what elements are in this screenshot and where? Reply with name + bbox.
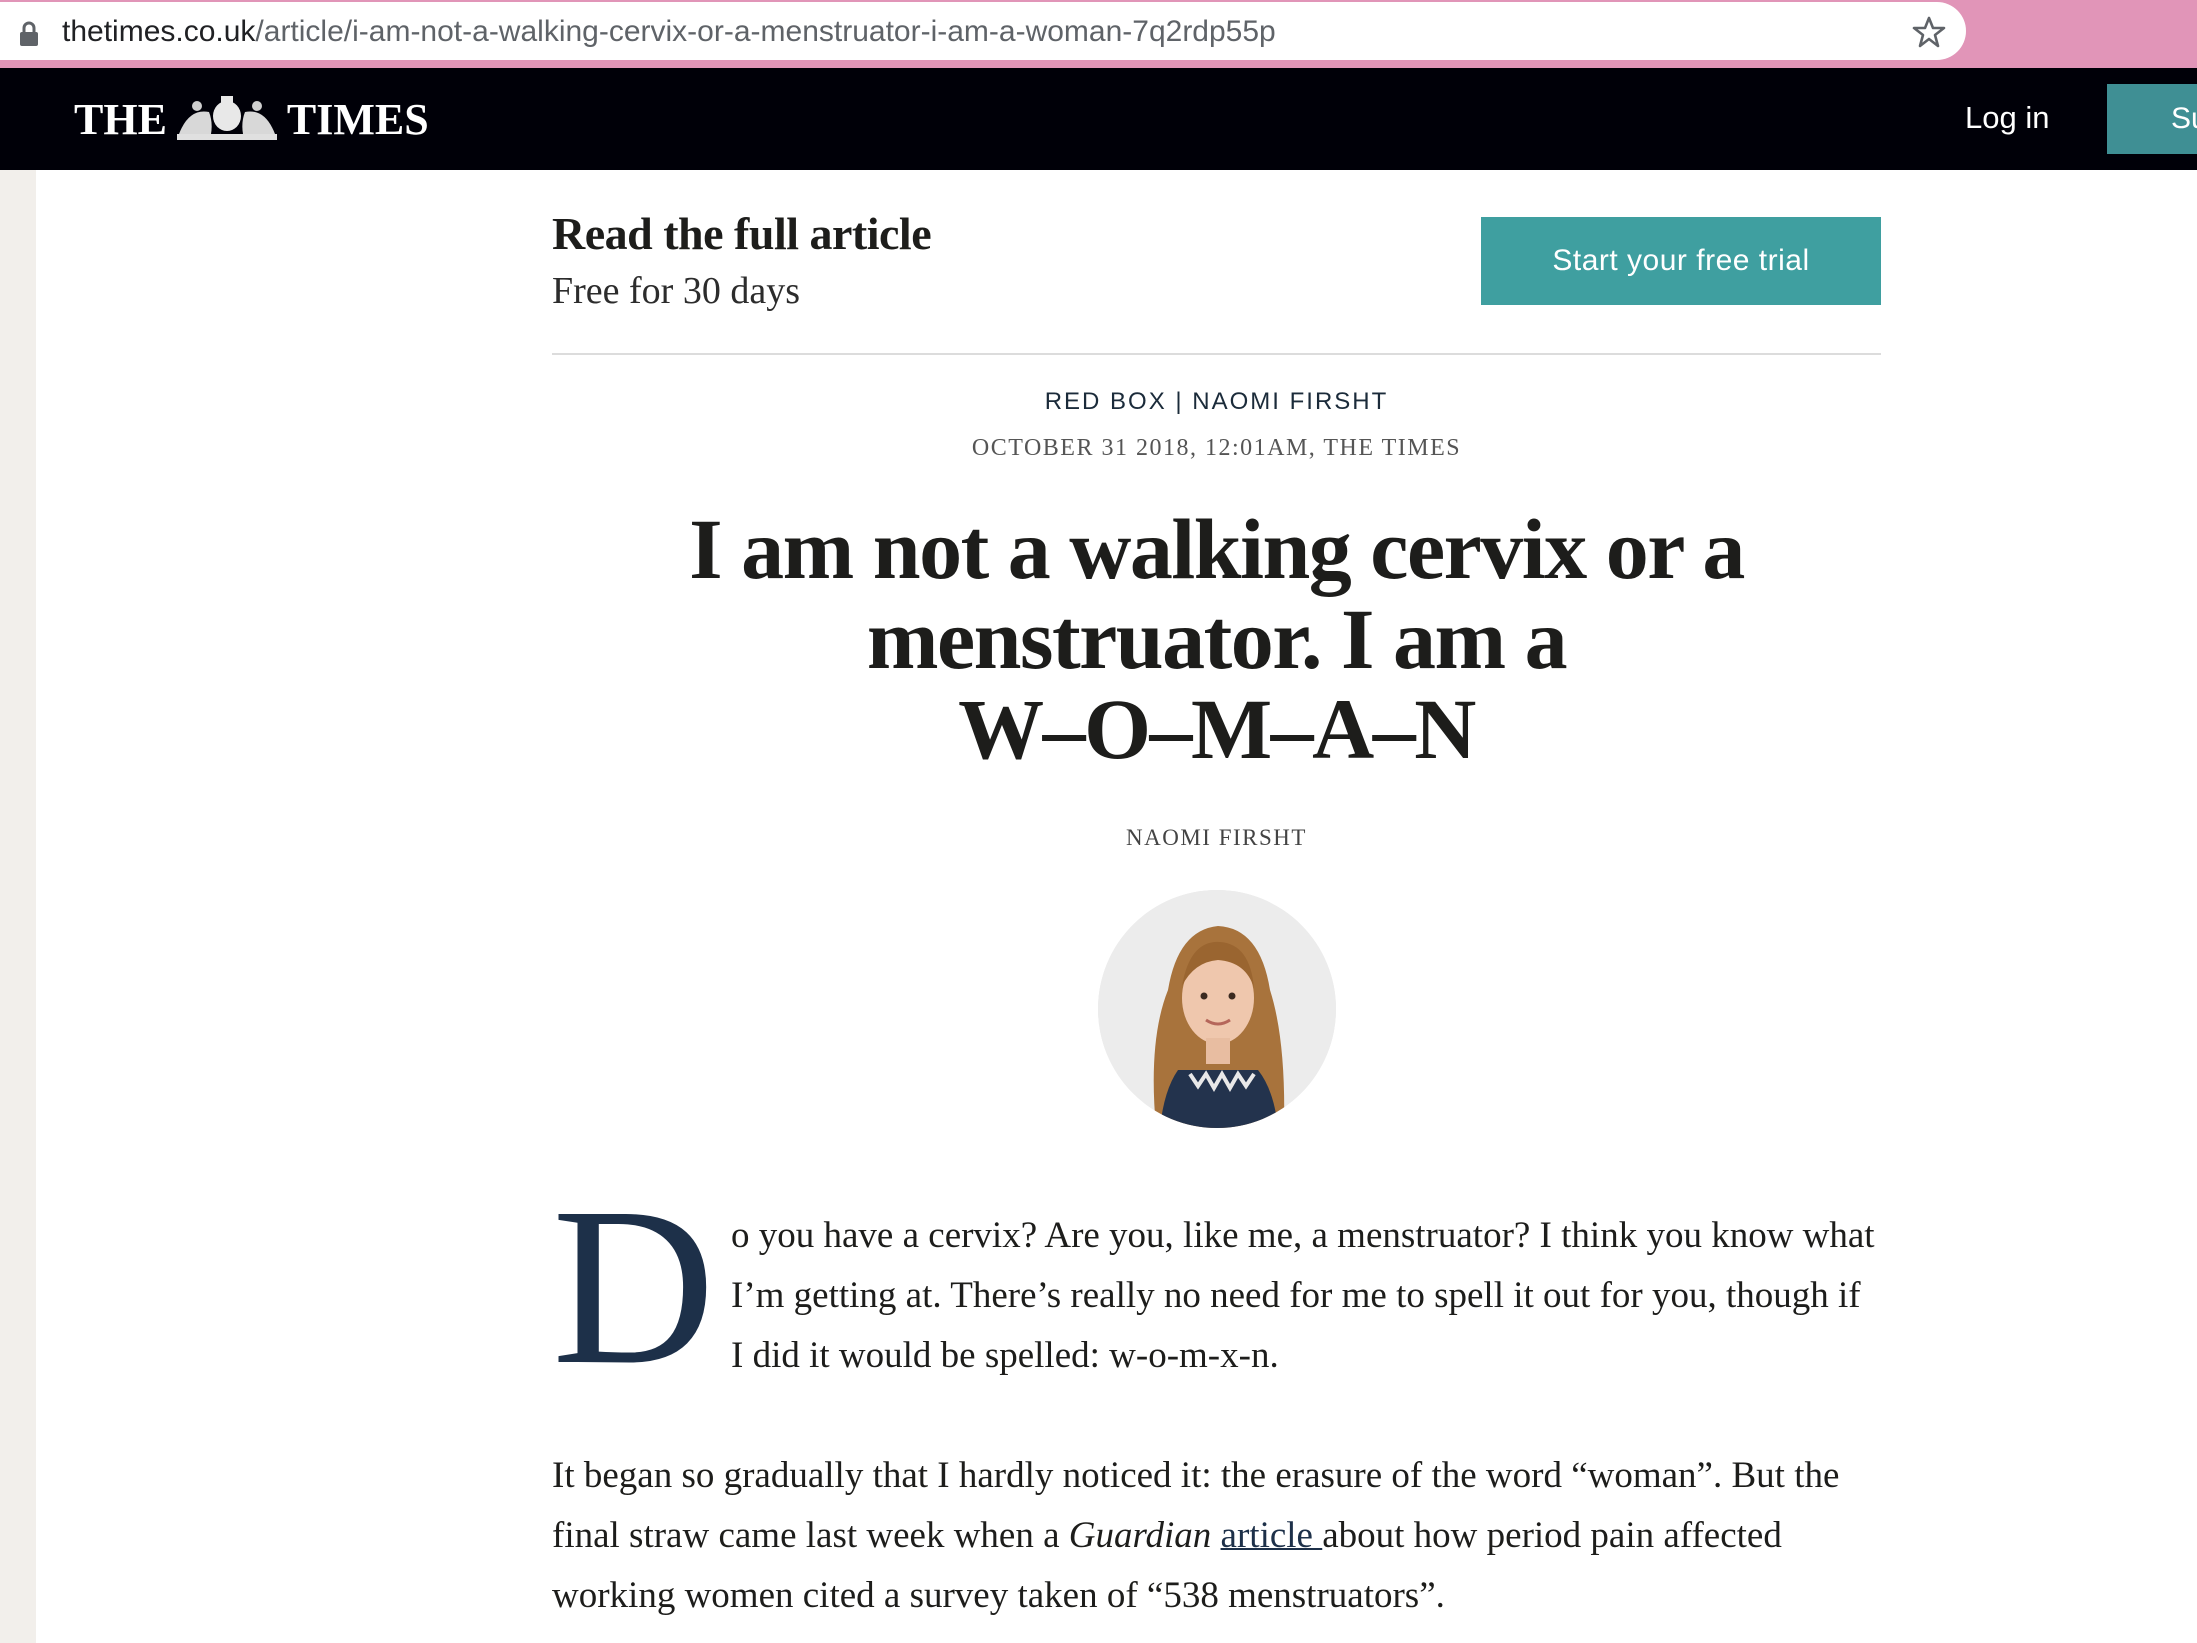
url-text[interactable]: thetimes.co.uk/article/i-am-not-a-walkin…: [62, 14, 1276, 50]
star-icon[interactable]: [1912, 15, 1946, 49]
url-path: /article/i-am-not-a-walking-cervix-or-a-…: [255, 15, 1276, 48]
byline[interactable]: NAOMI FIRSHT: [552, 822, 1881, 854]
subscribe-button[interactable]: Su: [2107, 84, 2197, 154]
article-link[interactable]: article: [1221, 1515, 1323, 1556]
login-link[interactable]: Log in: [1965, 98, 2049, 138]
author-avatar[interactable]: [1098, 890, 1336, 1128]
paywall-subtitle: Free for 30 days: [552, 270, 800, 312]
article-paragraph: It began so gradually that I hardly noti…: [552, 1446, 1881, 1626]
logo-text-left: THE: [74, 94, 167, 144]
dateline: OCTOBER 31 2018, 12:01AM, THE TIMES: [971, 435, 1462, 461]
drop-cap: D: [552, 1161, 716, 1411]
divider: [552, 353, 1881, 355]
headline-line-3: W–O–M–A–N: [958, 681, 1476, 777]
lock-icon: [20, 21, 38, 46]
left-gutter: [0, 170, 36, 1643]
publication-name: Guardian: [1068, 1515, 1212, 1556]
url-host: thetimes.co.uk: [62, 15, 256, 48]
address-bar[interactable]: thetimes.co.uk/article/i-am-not-a-walkin…: [0, 2, 1966, 60]
site-header: THE TIMES Log in Su: [0, 68, 2197, 170]
browser-toolbar: thetimes.co.uk/article/i-am-not-a-walkin…: [0, 0, 2197, 68]
section-tag[interactable]: RED BOX | NAOMI FIRSHT: [552, 385, 1881, 419]
logo-text-right: TIMES: [286, 94, 429, 144]
headline-line-2: menstruator. I am a: [866, 591, 1568, 687]
author-portrait: [1098, 890, 1336, 1128]
article-headline: I am not a walking cervix or a menstruat…: [552, 504, 1881, 774]
headline-line-1: I am not a walking cervix or a: [689, 501, 1745, 597]
lead-paragraph: o you have a cervix? Are you, like me, a…: [731, 1215, 1875, 1376]
paywall-title: Read the full article: [552, 208, 932, 259]
times-logo[interactable]: THE TIMES: [74, 92, 429, 146]
start-free-trial-button[interactable]: Start your free trial: [1481, 217, 1881, 305]
crest-icon: [176, 96, 277, 140]
